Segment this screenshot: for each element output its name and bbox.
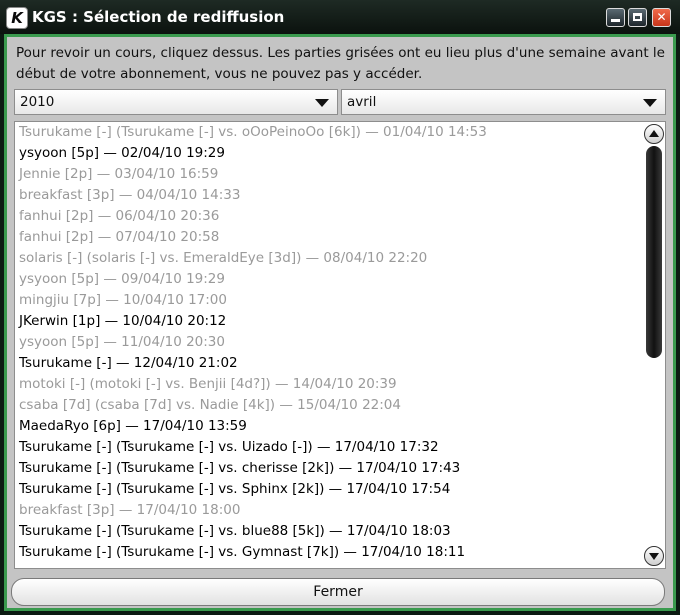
list-item[interactable]: Tsurukame [-] (Tsurukame [-] vs. Uizado … <box>15 437 645 458</box>
instructions-text: Pour revoir un cours, cliquez dessus. Le… <box>16 45 665 82</box>
list-item: breakfast [3p] — 17/04/10 18:00 <box>19 502 241 518</box>
scroll-thumb[interactable] <box>646 146 662 358</box>
chevron-down-icon <box>315 99 329 107</box>
list-item: mingjiu [7p] — 10/04/10 17:00 <box>19 292 227 308</box>
close-icon: ✕ <box>656 10 667 24</box>
list-item[interactable]: Tsurukame [-] (Tsurukame [-] vs. cheriss… <box>15 458 645 479</box>
dialog-content: Pour revoir un cours, cliquez dessus. Le… <box>4 34 676 611</box>
year-select[interactable]: 2010 <box>14 89 338 115</box>
maximize-icon <box>633 13 642 21</box>
list-item: solaris [-] (solaris [-] vs. EmeraldEye … <box>19 250 428 266</box>
list-item[interactable]: JKerwin [1p] — 10/04/10 20:12 <box>15 311 645 332</box>
list-item[interactable]: MaedaRyo [6p] — 17/04/10 13:59 <box>15 416 645 437</box>
list-item[interactable]: Tsurukame [-] (Tsurukame [-] vs. Gymnast… <box>15 542 645 563</box>
arrow-up-icon[interactable] <box>644 124 664 144</box>
list-item: motoki [-] (motoki [-] vs. Benjii [4d?])… <box>19 376 397 392</box>
list-item: Jennie [2p] — 03/04/10 16:59 <box>19 166 219 182</box>
list-item[interactable]: Tsurukame [-] (Tsurukame [-] vs. Sphinx … <box>15 479 645 500</box>
maximize-button[interactable] <box>628 8 647 27</box>
minimize-button[interactable] <box>606 8 625 27</box>
list-item: csaba [7d] (csaba [7d] vs. Nadie [4k]) —… <box>19 397 401 413</box>
replay-selection-window: K KGS : Sélection de rediffusion ✕ Pour … <box>0 0 680 615</box>
list-item: Tsurukame [-] (Tsurukame [-] vs. oOoPein… <box>19 124 487 140</box>
replay-list[interactable]: Tsurukame [-] (Tsurukame [-] vs. oOoPein… <box>14 121 666 569</box>
scrollbar[interactable] <box>643 122 665 568</box>
year-select-value: 2010 <box>20 94 55 110</box>
list-item: fanhui [2p] — 07/04/10 20:58 <box>19 229 220 245</box>
kgs-logo-icon: K <box>6 7 28 29</box>
month-select[interactable]: avril <box>341 89 666 115</box>
list-item: ysyoon [5p] — 11/04/10 20:30 <box>19 334 225 350</box>
replay-list-items: Tsurukame [-] (Tsurukame [-] vs. oOoPein… <box>15 122 645 563</box>
arrow-down-icon[interactable] <box>644 546 664 566</box>
window-title: KGS : Sélection de rediffusion <box>32 8 285 26</box>
list-item[interactable]: ysyoon [5p] — 02/04/10 19:29 <box>15 143 645 164</box>
list-item[interactable]: Tsurukame [-] — 12/04/10 21:02 <box>15 353 645 374</box>
month-select-value: avril <box>347 94 377 110</box>
title-bar[interactable]: K KGS : Sélection de rediffusion ✕ <box>0 0 680 34</box>
close-window-button[interactable]: ✕ <box>652 8 671 27</box>
close-button[interactable]: Fermer <box>11 578 665 606</box>
list-item: fanhui [2p] — 06/04/10 20:36 <box>19 208 220 224</box>
list-item: breakfast [3p] — 04/04/10 14:33 <box>19 187 241 203</box>
chevron-down-icon <box>643 99 657 107</box>
list-item: ysyoon [5p] — 09/04/10 19:29 <box>19 271 225 287</box>
list-item[interactable]: Tsurukame [-] (Tsurukame [-] vs. blue88 … <box>15 521 645 542</box>
minimize-icon <box>611 19 620 22</box>
